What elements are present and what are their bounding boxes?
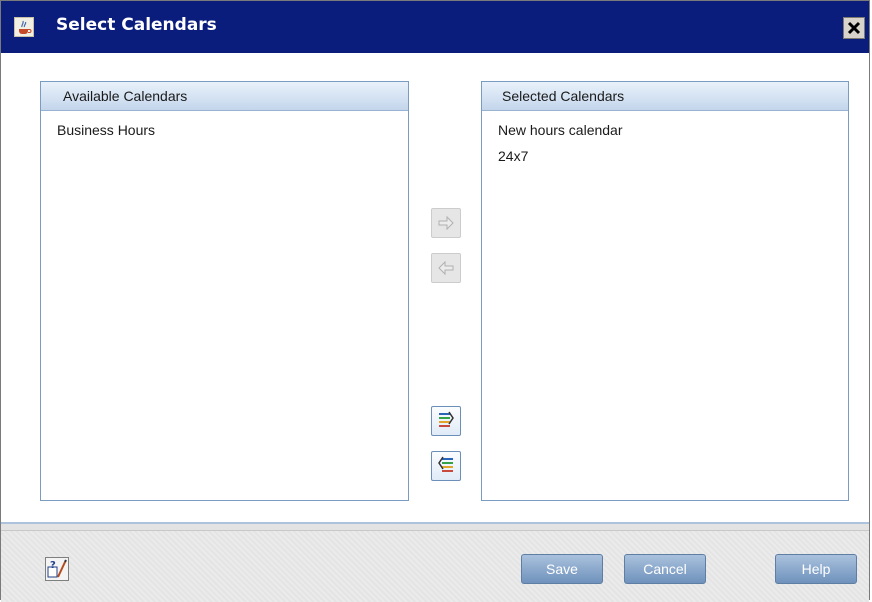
selected-calendars-panel: Selected Calendars New hours calendar 24… [481, 81, 849, 501]
title-bar[interactable]: Select Calendars [1, 1, 869, 53]
move-left-button[interactable] [431, 253, 461, 283]
java-cup-icon [14, 17, 34, 37]
move-all-right-button[interactable] [431, 406, 461, 436]
context-help-icon: ? [47, 559, 67, 578]
list-item-selected[interactable]: 24x7 [482, 147, 848, 173]
list-item-available[interactable]: Business Hours [41, 121, 408, 147]
svg-text:?: ? [50, 560, 56, 571]
list-item-selected[interactable]: New hours calendar [482, 121, 848, 147]
move-all-left-icon [438, 456, 453, 472]
available-calendars-header: Available Calendars [41, 82, 408, 111]
move-right-button[interactable] [431, 208, 461, 238]
available-calendars-list[interactable]: Business Hours [41, 111, 408, 147]
footer: ? Save Cancel Help [1, 522, 869, 602]
arrow-left-icon [438, 260, 454, 276]
selected-calendars-header: Selected Calendars [482, 82, 848, 111]
selected-calendars-list[interactable]: New hours calendar 24x7 [482, 111, 848, 173]
context-help-button[interactable]: ? [45, 557, 69, 581]
arrow-right-icon [438, 215, 454, 231]
close-button[interactable] [843, 17, 865, 39]
dialog-title: Select Calendars [56, 15, 217, 35]
move-all-left-button[interactable] [431, 451, 461, 481]
help-button[interactable]: Help [775, 554, 857, 584]
available-calendars-panel: Available Calendars Business Hours [40, 81, 409, 501]
close-icon [847, 21, 861, 35]
footer-bar [1, 530, 869, 602]
select-calendars-dialog: Select Calendars Available Calendars Bus… [0, 0, 870, 602]
move-all-right-icon [439, 411, 454, 427]
save-button[interactable]: Save [521, 554, 603, 584]
cancel-button[interactable]: Cancel [624, 554, 706, 584]
